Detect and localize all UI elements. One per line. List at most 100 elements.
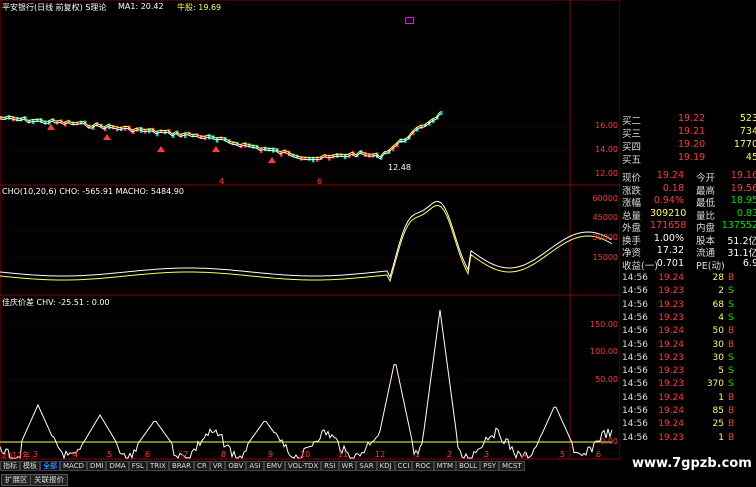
y-label: 45000 xyxy=(592,213,618,222)
chart-area[interactable] xyxy=(0,0,620,472)
tick-price: 19.23 xyxy=(658,379,684,390)
tick-price: 19.23 xyxy=(658,286,684,297)
y-label: 15000 xyxy=(592,253,618,262)
x-tick-label: 4 xyxy=(73,450,79,459)
indicator-tab[interactable]: ASI xyxy=(246,461,264,471)
stat-label: PE(动) xyxy=(696,260,725,272)
indicator-tab[interactable]: RSI xyxy=(321,461,339,471)
x-tick-label: 5 xyxy=(107,450,113,459)
indicator-tab[interactable]: ROC xyxy=(412,461,434,471)
tick-side: S xyxy=(728,379,734,390)
trade-tick-row: 14:56 19.23 370 S xyxy=(620,379,756,393)
stat-value: 137552 xyxy=(721,220,756,231)
tick-time: 14:56 xyxy=(622,339,648,350)
tick-volume: 68 xyxy=(712,299,724,310)
x-tick-label: 11 xyxy=(338,450,349,459)
cho-pane-label: CHO(10,20,6) CHO: -565.91 MACHO: 5484.90 xyxy=(2,187,184,196)
stat-value: 0.701 xyxy=(656,257,684,269)
tick-volume: 30 xyxy=(712,339,724,350)
bid-row: 买五 19.19 45 xyxy=(620,152,756,166)
y-label: 30000 xyxy=(592,233,618,242)
y-label: 100.00 xyxy=(590,347,618,356)
tick-price: 19.24 xyxy=(658,326,684,337)
indicator-tab[interactable]: FSL xyxy=(128,461,147,471)
indicator-tab[interactable]: BOLL xyxy=(456,461,481,471)
candlestick-series xyxy=(0,110,443,163)
indicator-tab[interactable]: SAR xyxy=(356,461,377,471)
indicator-tab[interactable]: CR xyxy=(194,461,210,471)
tick-time: 14:56 xyxy=(622,326,648,337)
bid-row: 买三 19.21 734 xyxy=(620,126,756,140)
watermark: www.7gpzb.com xyxy=(632,456,752,471)
indicator-tab[interactable]: MCST xyxy=(499,461,525,471)
window-restore-icon[interactable] xyxy=(405,17,414,24)
tick-price: 19.24 xyxy=(658,273,684,283)
tab-related-quotes[interactable]: 关联报价 xyxy=(30,474,68,486)
indicator-tab[interactable]: BRAR xyxy=(168,461,194,471)
tick-time: 14:56 xyxy=(622,392,648,403)
tick-time: 14:56 xyxy=(622,432,648,443)
indicator-tab[interactable]: WR xyxy=(338,461,357,471)
ma2-line xyxy=(0,111,441,159)
stat-value: 6.9 xyxy=(742,257,756,269)
stat-value: 18.95 xyxy=(730,195,756,206)
tick-side: S xyxy=(728,286,734,297)
macho-line xyxy=(0,204,613,283)
bid-price: 19.22 xyxy=(678,113,706,124)
y-label: 60000 xyxy=(592,194,618,203)
indicator-tab[interactable]: CCI xyxy=(394,461,413,471)
tick-price: 19.23 xyxy=(658,299,684,310)
tick-volume: 4 xyxy=(718,312,724,323)
trade-tick-row: 14:56 19.24 85 B xyxy=(620,406,756,420)
bid-price: 19.19 xyxy=(678,152,706,163)
tick-side: S xyxy=(728,299,734,310)
tick-side: S xyxy=(728,312,734,323)
indicator-tab[interactable]: TRIX xyxy=(146,461,169,471)
x-axis-labels: 2012年 3 4 5 6 7 8 9 10 11 12 1 2 3 4 5 6 xyxy=(0,450,620,460)
tick-price: 19.24 xyxy=(658,419,684,430)
tick-time: 14:56 xyxy=(622,352,648,363)
y-label: 0.00 xyxy=(600,437,618,446)
x-tick-label: 12 xyxy=(375,450,386,459)
trade-tick-row: 14:56 19.23 68 S xyxy=(620,300,756,314)
tick-volume: 50 xyxy=(712,326,724,337)
indicator-tab[interactable]: PSY xyxy=(480,461,500,471)
tick-side: B xyxy=(728,273,735,283)
indicator-tab[interactable]: 指标 xyxy=(0,461,20,471)
trade-tick-row: 14:56 19.24 25 B xyxy=(620,419,756,433)
tick-time: 14:56 xyxy=(622,312,648,323)
tick-price: 19.24 xyxy=(658,406,684,416)
indicator-tab[interactable]: VR xyxy=(209,461,226,471)
indicator-tab[interactable]: VOL-TDX xyxy=(284,461,322,471)
ma2-label: 牛股: 19.69 xyxy=(177,3,222,12)
indicator-tab[interactable]: MACD xyxy=(60,461,87,471)
stat-value: 0.18 xyxy=(662,182,684,194)
stat-row: 收益(一) 0.701 PE(动) 6.9 xyxy=(620,258,756,272)
indicator-tab[interactable]: DMI xyxy=(86,461,107,471)
tick-time: 14:56 xyxy=(622,273,648,283)
trade-tick-row: 14:56 19.24 1 B xyxy=(620,393,756,407)
tick-volume: 1 xyxy=(718,392,724,403)
tick-price: 19.23 xyxy=(658,366,684,377)
x-tick-label: 5 xyxy=(560,450,566,459)
indicator-tab[interactable]: 模板 xyxy=(20,461,40,471)
quote-panel: 买二 19.22 523 买三 19.21 734 买四 19.20 1770 买五 … xyxy=(620,113,756,463)
tick-side: B xyxy=(728,326,735,337)
ma1-label: MA1: 20.42 xyxy=(118,2,164,11)
bid-volume: 523 xyxy=(739,113,756,124)
bid-label: 买二 xyxy=(622,116,642,127)
x-tick-label: 3 xyxy=(484,450,490,459)
indicator-tab[interactable]: EMV xyxy=(263,461,285,471)
bid-price: 19.20 xyxy=(678,139,706,150)
indicator-tab[interactable]: OBV xyxy=(225,461,247,471)
trade-tick-row: 14:56 19.24 50 B xyxy=(620,326,756,340)
indicator-tab[interactable]: DMA xyxy=(106,461,129,471)
indicator-tab[interactable]: KDJ xyxy=(376,461,395,471)
stat-value: 19.16 xyxy=(730,170,756,181)
trade-tick-row: 14:56 19.23 30 S xyxy=(620,353,756,367)
x-tick-label: 2 xyxy=(447,450,453,459)
indicator-tab[interactable]: 全部 xyxy=(40,461,60,471)
x-tick-label: 3 xyxy=(33,450,39,459)
indicator-tab[interactable]: MTM xyxy=(433,461,457,471)
tab-extension-area[interactable]: 扩展区 xyxy=(1,474,32,486)
